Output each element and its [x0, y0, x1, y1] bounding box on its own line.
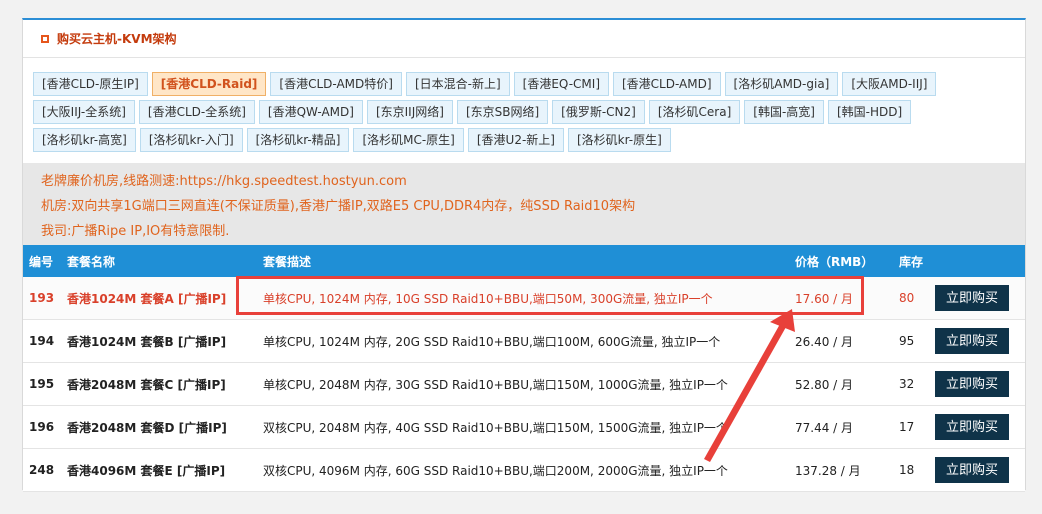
plan-description: 单核CPU, 1024M 内存, 10G SSD Raid10+BBU,端口50…: [263, 291, 713, 306]
tab-region[interactable]: [俄罗斯-CN2]: [552, 100, 645, 124]
plan-name: 香港2048M 套餐D [广播IP]: [67, 420, 227, 435]
panel-header: 购买云主机-KVM架构: [23, 20, 1025, 58]
tab-region[interactable]: [洛杉矶AMD-gia]: [724, 72, 839, 96]
tab-region[interactable]: [香港CLD-原生IP]: [33, 72, 148, 96]
plan-name: 香港1024M 套餐B [广播IP]: [67, 334, 227, 349]
buy-now-button[interactable]: 立即购买: [935, 285, 1009, 311]
plan-price: 77.44 / 月: [795, 420, 854, 435]
bullet-square-icon: [41, 34, 49, 43]
plan-description: 双核CPU, 4096M 内存, 60G SSD Raid10+BBU,端口20…: [263, 463, 728, 478]
table-header: 编号 套餐名称 套餐描述 价格（RMB） 库存: [23, 245, 1025, 277]
tab-region[interactable]: [洛杉矶kr-入门]: [139, 128, 243, 152]
plan-stock: 95: [899, 334, 915, 348]
tab-region[interactable]: [洛杉矶MC-原生]: [353, 128, 464, 152]
plan-id: 195: [29, 377, 55, 391]
tab-row: [大阪IIJ-全系统] [香港CLD-全系统] [香港QW-AMD] [东京IIJ网络…: [33, 100, 1015, 124]
table-row: 193 香港1024M 套餐A [广播IP] 单核CPU, 1024M 内存, 10…: [23, 277, 1025, 320]
tab-region[interactable]: [大阪IIJ-全系统]: [33, 100, 135, 124]
plan-stock: 18: [899, 463, 915, 477]
plans-table: 编号 套餐名称 套餐描述 价格（RMB） 库存 193 香港1024M 套餐A […: [23, 245, 1025, 492]
panel-title: 购买云主机-KVM架构: [57, 32, 177, 46]
tab-region[interactable]: [大阪AMD-IIJ]: [842, 72, 937, 96]
plan-name: 香港2048M 套餐C [广播IP]: [67, 377, 226, 392]
plan-price: 17.60 / 月: [795, 291, 854, 306]
plan-description: 双核CPU, 2048M 内存, 40G SSD Raid10+BBU,端口15…: [263, 420, 728, 435]
tab-region[interactable]: [洛杉矶kr-高宽]: [33, 128, 136, 152]
tab-region[interactable]: [韩国-HDD]: [827, 100, 912, 124]
datacenter-notice: 老牌廉价机房,线路测速:https://hkg.speedtest.hostyu…: [23, 163, 1025, 245]
buy-now-button[interactable]: 立即购买: [935, 328, 1009, 354]
tab-region[interactable]: [香港EQ-CMI]: [513, 72, 609, 96]
plan-stock: 80: [899, 291, 915, 305]
purchase-panel: 购买云主机-KVM架构 [香港CLD-原生IP] [香港CLD-Raid] [香港C…: [22, 18, 1026, 492]
plan-name: 香港4096M 套餐E [广播IP]: [67, 463, 226, 478]
tab-region[interactable]: [香港QW-AMD]: [258, 100, 363, 124]
tab-region[interactable]: [香港CLD-AMD特价]: [270, 72, 402, 96]
notice-line-datacenter: 机房:双向共享1G端口三网直连(不保证质量),香港广播IP,双路E5 CPU,D…: [41, 199, 636, 214]
notice-line-speedtest: 老牌廉价机房,线路测速:https://hkg.speedtest.hostyu…: [41, 174, 407, 189]
plan-stock: 32: [899, 377, 915, 391]
tab-region[interactable]: [东京SB网络]: [456, 100, 549, 124]
plan-description: 单核CPU, 1024M 内存, 20G SSD Raid10+BBU,端口10…: [263, 334, 721, 349]
tab-row: [香港CLD-原生IP] [香港CLD-Raid] [香港CLD-AMD特价] [日本…: [33, 72, 1015, 96]
table-row: 196 香港2048M 套餐D [广播IP] 双核CPU, 2048M 内存, 40…: [23, 406, 1025, 449]
plan-id: 193: [29, 291, 55, 305]
tab-region[interactable]: [东京IIJ网络]: [366, 100, 453, 124]
plan-id: 196: [29, 420, 55, 434]
plan-price: 137.28 / 月: [795, 463, 861, 478]
table-row: 195 香港2048M 套餐C [广播IP] 单核CPU, 2048M 内存, 30…: [23, 363, 1025, 406]
buy-now-button[interactable]: 立即购买: [935, 457, 1009, 483]
header-id: 编号: [29, 254, 54, 269]
plan-price: 52.80 / 月: [795, 377, 854, 392]
header-name: 套餐名称: [67, 254, 116, 269]
tab-row: [洛杉矶kr-高宽] [洛杉矶kr-入门] [洛杉矶kr-精品] [洛杉矶MC-原生]…: [33, 128, 1015, 152]
tab-region[interactable]: [洛杉矶kr-原生]: [568, 128, 671, 152]
plan-id: 248: [29, 463, 55, 477]
notice-line-company: 我司:广播Ripe IP,IO有特意限制.: [41, 224, 230, 239]
tab-region[interactable]: [香港U2-新上]: [467, 128, 564, 152]
tab-region[interactable]: [香港CLD-全系统]: [138, 100, 255, 124]
tab-region[interactable]: [日本混合-新上]: [405, 72, 510, 96]
header-stock: 库存: [899, 254, 924, 269]
table-row: 248 香港4096M 套餐E [广播IP] 双核CPU, 4096M 内存, 60…: [23, 449, 1025, 492]
tab-region[interactable]: [香港CLD-Raid]: [151, 72, 267, 96]
buy-now-button[interactable]: 立即购买: [935, 371, 1009, 397]
header-price: 价格（RMB）: [795, 254, 874, 269]
plan-name: 香港1024M 套餐A [广播IP]: [67, 291, 227, 306]
tab-region[interactable]: [韩国-高宽]: [744, 100, 824, 124]
buy-now-button[interactable]: 立即购买: [935, 414, 1009, 440]
plan-stock: 17: [899, 420, 915, 434]
plan-description: 单核CPU, 2048M 内存, 30G SSD Raid10+BBU,端口15…: [263, 377, 728, 392]
tab-region[interactable]: [洛杉矶Cera]: [648, 100, 741, 124]
tab-region[interactable]: [洛杉矶kr-精品]: [246, 128, 350, 152]
region-tabs: [香港CLD-原生IP] [香港CLD-Raid] [香港CLD-AMD特价] [日本…: [23, 58, 1025, 160]
tab-region[interactable]: [香港CLD-AMD]: [613, 72, 721, 96]
plan-price: 26.40 / 月: [795, 334, 854, 349]
table-row: 194 香港1024M 套餐B [广播IP] 单核CPU, 1024M 内存, 20…: [23, 320, 1025, 363]
plan-id: 194: [29, 334, 55, 348]
header-desc: 套餐描述: [263, 254, 312, 269]
